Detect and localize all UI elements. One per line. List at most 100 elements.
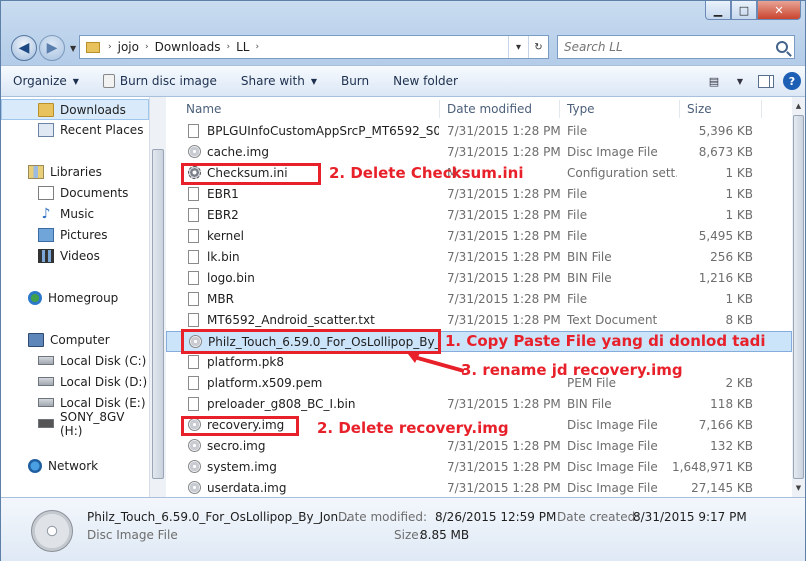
view-options-button[interactable]: ▼ bbox=[727, 70, 753, 92]
chevron-down-icon: ▼ bbox=[310, 76, 317, 86]
command-bar: Organize ▼ Burn disc image Share with ▼ Bu… bbox=[1, 65, 805, 97]
file-date-modified: 7/31/2015 1:28 PM bbox=[447, 187, 561, 201]
file-type: Disc Image File bbox=[567, 481, 658, 495]
views-icon: ▤ bbox=[708, 74, 720, 88]
breadcrumb-jojo[interactable]: jojo bbox=[114, 40, 143, 54]
sidebar-item-documents[interactable]: Documents bbox=[1, 182, 149, 203]
file-size: 7,166 KB bbox=[698, 418, 753, 432]
sidebar-item-label: Homegroup bbox=[48, 290, 119, 305]
file-type: Disc Image File bbox=[567, 145, 658, 159]
forward-button[interactable]: ▶ bbox=[39, 35, 65, 61]
breadcrumb-separator[interactable]: › bbox=[253, 42, 261, 52]
documents-icon bbox=[38, 185, 54, 200]
file-type: Disc Image File bbox=[567, 418, 658, 432]
navigation-pane-scrollbar[interactable] bbox=[149, 97, 166, 497]
back-button[interactable]: ◀ bbox=[11, 35, 37, 61]
column-header-type[interactable]: Type bbox=[567, 102, 595, 116]
file-row[interactable]: userdata.img 7/31/2015 1:28 PM Disc Image … bbox=[166, 478, 792, 497]
recent-places-icon bbox=[38, 122, 54, 137]
file-row[interactable]: preloader_g808_BC_I.bin 7/31/2015 1:28 PM… bbox=[166, 394, 792, 415]
search-input[interactable] bbox=[564, 40, 764, 54]
sidebar-item-sony-drive[interactable]: SONY_8GV (H:) bbox=[1, 410, 149, 438]
file-type: File bbox=[567, 229, 588, 243]
organize-button[interactable]: Organize ▼ bbox=[1, 66, 91, 96]
file-row[interactable]: EBR1 7/31/2015 1:28 PM File 1 KB bbox=[166, 184, 792, 205]
column-header-date-modified[interactable]: Date modified bbox=[447, 102, 532, 116]
sidebar-item-computer[interactable]: Computer bbox=[1, 329, 149, 350]
scrollbar-thumb[interactable] bbox=[793, 115, 804, 479]
maximize-button[interactable]: □ bbox=[731, 1, 757, 20]
file-row[interactable]: MBR 7/31/2015 1:28 PM File 1 KB bbox=[166, 289, 792, 310]
scroll-up-button[interactable]: ▲ bbox=[792, 99, 805, 113]
sidebar-item-homegroup[interactable]: Homegroup bbox=[1, 287, 149, 308]
details-created-label: Date created: bbox=[557, 510, 640, 524]
column-header-name[interactable]: Name bbox=[186, 102, 221, 116]
file-row[interactable]: system.img 7/31/2015 1:28 PM Disc Image Fi… bbox=[166, 457, 792, 478]
breadcrumb-ll[interactable]: LL bbox=[232, 40, 253, 54]
file-row[interactable]: lk.bin 7/31/2015 1:28 PM BIN File 256 KB bbox=[166, 247, 792, 268]
help-button[interactable]: ? bbox=[779, 70, 805, 92]
sidebar-item-music[interactable]: ♪ Music bbox=[1, 203, 149, 224]
file-date-modified: 7/31/2015 1:28 PM bbox=[447, 292, 561, 306]
file-row[interactable]: MT6592_Android_scatter.txt 7/31/2015 1:28… bbox=[166, 310, 792, 331]
file-type: Configuration sett... bbox=[567, 166, 677, 180]
breadcrumb-downloads[interactable]: Downloads bbox=[151, 40, 225, 54]
column-header-size[interactable]: Size bbox=[687, 102, 712, 116]
file-row[interactable]: EBR2 7/31/2015 1:28 PM File 1 KB bbox=[166, 205, 792, 226]
sidebar-item-downloads[interactable]: Downloads bbox=[1, 99, 149, 120]
minimize-button[interactable]: ▁ bbox=[705, 1, 731, 20]
scrollbar-thumb[interactable] bbox=[152, 149, 164, 479]
address-dropdown-button[interactable]: ▾ bbox=[508, 36, 528, 58]
breadcrumb-separator[interactable]: › bbox=[143, 42, 151, 52]
sidebar-item-local-disk-d[interactable]: Local Disk (D:) bbox=[1, 371, 149, 392]
file-icon bbox=[188, 376, 199, 390]
file-row[interactable]: cache.img 7/31/2015 1:28 PM Disc Image Fil… bbox=[166, 142, 792, 163]
file-size: 8 KB bbox=[725, 313, 753, 327]
forward-arrow-icon: ▶ bbox=[46, 40, 58, 56]
file-name: cache.img bbox=[207, 145, 269, 159]
sidebar-item-pictures[interactable]: Pictures bbox=[1, 224, 149, 245]
sidebar-item-recent-places[interactable]: Recent Places bbox=[1, 119, 149, 140]
file-name: platform.x509.pem bbox=[207, 376, 323, 390]
hard-disk-icon bbox=[38, 356, 54, 365]
annotation-rename: 3. rename jd recovery.img bbox=[461, 361, 683, 379]
file-date-modified: 7/31/2015 1:28 PM bbox=[447, 124, 561, 138]
help-icon: ? bbox=[783, 72, 801, 90]
file-list-scrollbar[interactable]: ▲ ▼ bbox=[792, 97, 805, 497]
file-type: BIN File bbox=[567, 397, 612, 411]
breadcrumb-separator[interactable]: › bbox=[106, 42, 114, 52]
breadcrumb-separator[interactable]: › bbox=[224, 42, 232, 52]
burn-disc-image-button[interactable]: Burn disc image bbox=[91, 66, 229, 96]
preview-pane-button[interactable] bbox=[753, 70, 779, 92]
new-folder-button[interactable]: New folder bbox=[381, 66, 470, 96]
search-box[interactable] bbox=[557, 35, 795, 59]
sidebar-item-videos[interactable]: Videos bbox=[1, 245, 149, 266]
folder-icon bbox=[86, 41, 100, 53]
file-row[interactable]: kernel 7/31/2015 1:28 PM File 5,495 KB bbox=[166, 226, 792, 247]
file-type: File bbox=[567, 124, 588, 138]
search-icon[interactable] bbox=[776, 41, 788, 53]
close-button[interactable]: ✕ bbox=[757, 1, 801, 20]
share-with-button[interactable]: Share with ▼ bbox=[229, 66, 329, 96]
refresh-button[interactable]: ↻ bbox=[528, 36, 548, 58]
file-row[interactable]: logo.bin 7/31/2015 1:28 PM BIN File 1,216 K… bbox=[166, 268, 792, 289]
file-name: MT6592_Android_scatter.txt bbox=[207, 313, 375, 327]
file-row[interactable]: secro.img 7/31/2015 1:28 PM Disc Image Fil… bbox=[166, 436, 792, 457]
disc-image-icon bbox=[188, 460, 201, 473]
scroll-down-button[interactable]: ▼ bbox=[792, 481, 805, 495]
navigation-pane: Downloads Recent Places Libraries Docume… bbox=[1, 97, 149, 497]
burn-button[interactable]: Burn bbox=[329, 66, 381, 96]
file-size: 256 KB bbox=[710, 250, 753, 264]
change-view-button[interactable]: ▤ bbox=[701, 70, 727, 92]
sidebar-item-network[interactable]: Network bbox=[1, 455, 149, 476]
file-type: File bbox=[567, 187, 588, 201]
recent-pages-button[interactable]: ▼ bbox=[70, 44, 76, 53]
sidebar-item-local-disk-c[interactable]: Local Disk (C:) bbox=[1, 350, 149, 371]
address-controls: ▾ ↻ bbox=[508, 36, 548, 58]
hard-disk-icon bbox=[38, 398, 54, 407]
sidebar-item-libraries[interactable]: Libraries bbox=[1, 161, 149, 182]
preview-pane-icon bbox=[758, 74, 774, 88]
file-row[interactable]: BPLGUInfoCustomAppSrcP_MT6592_S00... 7/31… bbox=[166, 121, 792, 142]
address-bar[interactable]: › jojo › Downloads › LL › ▾ ↻ bbox=[79, 35, 549, 59]
annotation-copy-paste: 1. Copy Paste File yang di donlod tadi bbox=[445, 332, 766, 350]
